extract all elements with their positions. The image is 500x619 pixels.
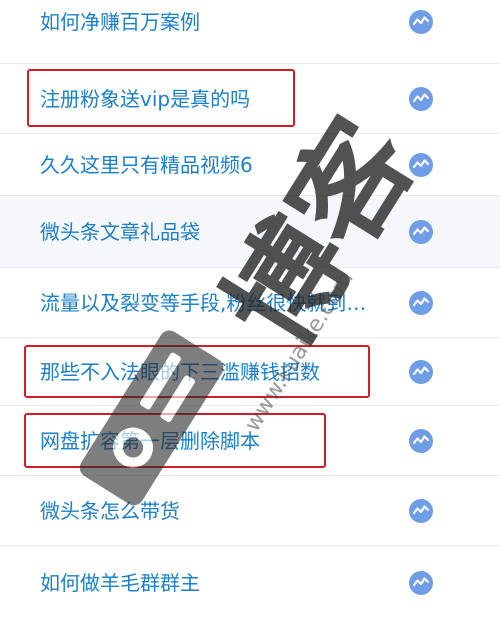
trend-line-icon[interactable]: [408, 9, 434, 35]
list-item[interactable]: 那些不入法眼的下三滥赚钱招数: [0, 338, 500, 406]
list-item[interactable]: 流量以及裂变等手段,粉丝很快就到…: [0, 268, 500, 338]
trend-line-icon[interactable]: [408, 290, 434, 316]
article-title-link[interactable]: 如何做羊毛群群主: [40, 570, 396, 596]
article-title-link[interactable]: 微头条怎么带货: [40, 498, 396, 524]
trend-line-icon[interactable]: [408, 86, 434, 112]
list-item[interactable]: 如何净赚百万案例: [0, 0, 500, 64]
article-title-link[interactable]: 那些不入法眼的下三滥赚钱招数: [40, 359, 396, 385]
article-title-link[interactable]: 如何净赚百万案例: [40, 9, 396, 35]
list-item[interactable]: 注册粉象送vip是真的吗: [0, 64, 500, 134]
list-item[interactable]: 如何做羊毛群群主: [0, 546, 500, 619]
list-item[interactable]: 微头条怎么带货: [0, 476, 500, 546]
list-item[interactable]: 久久这里只有精品视频6: [0, 134, 500, 196]
article-title-link[interactable]: 久久这里只有精品视频6: [40, 152, 396, 178]
trend-line-icon[interactable]: [408, 152, 434, 178]
list-item[interactable]: 微头条文章礼品袋: [0, 196, 500, 268]
article-title-link[interactable]: 注册粉象送vip是真的吗: [40, 86, 396, 112]
list-item[interactable]: 网盘扩容第一层删除脚本: [0, 406, 500, 476]
trend-line-icon[interactable]: [408, 219, 434, 245]
article-title-link[interactable]: 流量以及裂变等手段,粉丝很快就到…: [40, 290, 396, 316]
trend-line-icon[interactable]: [408, 498, 434, 524]
article-title-link[interactable]: 微头条文章礼品袋: [40, 219, 396, 245]
article-list: 如何净赚百万案例 注册粉象送vip是真的吗 久久这里只有精品视频6 微头条文章礼…: [0, 0, 500, 619]
trend-line-icon[interactable]: [408, 428, 434, 454]
trend-line-icon[interactable]: [408, 570, 434, 596]
article-title-link[interactable]: 网盘扩容第一层删除脚本: [40, 428, 396, 454]
trend-line-icon[interactable]: [408, 359, 434, 385]
